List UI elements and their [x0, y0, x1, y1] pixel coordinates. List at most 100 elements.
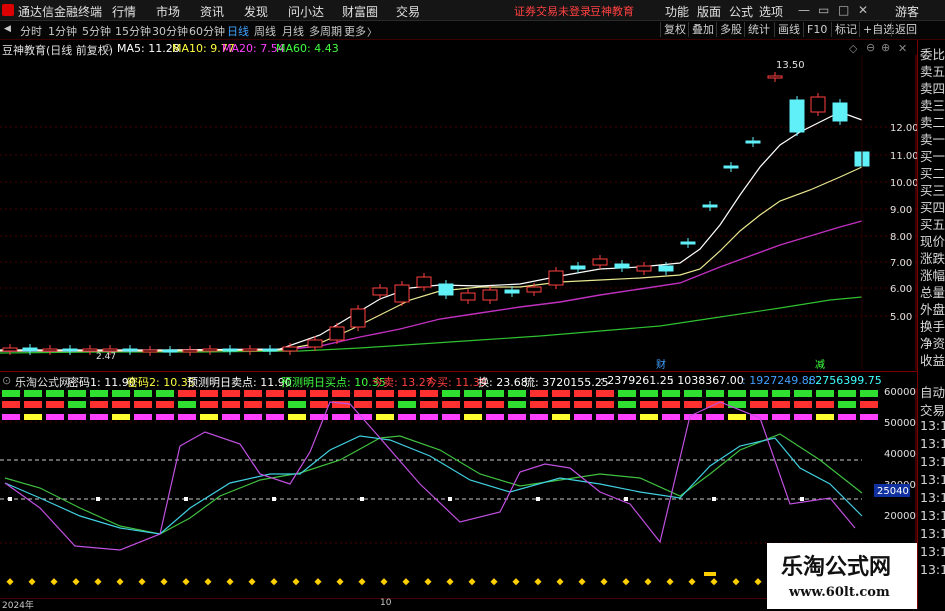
price-tick-label: 7.00	[890, 258, 912, 269]
menu-discover[interactable]: 发现	[244, 3, 268, 20]
candle	[832, 99, 848, 125]
period-15min[interactable]: 15分钟	[115, 23, 151, 39]
menu-options[interactable]: 选项	[759, 3, 783, 20]
candle	[202, 345, 218, 355]
price-tick-label: 11.00	[890, 151, 917, 162]
menu-wealth[interactable]: 财富圈	[342, 3, 378, 20]
candle	[810, 93, 826, 116]
toolbar-adjust[interactable]: 复权	[660, 22, 689, 37]
menu-layout[interactable]: 版面	[697, 3, 721, 20]
more-chevron-icon[interactable]: 〉	[367, 24, 377, 39]
watermark-title: 乐淘公式网	[781, 555, 892, 580]
candle	[789, 96, 805, 136]
ma5-line	[0, 111, 863, 351]
sidebar-trade-item[interactable]: 自动	[920, 382, 945, 401]
menu-market[interactable]: 市场	[156, 3, 180, 20]
trade-login-notice[interactable]: 证券交易未登录	[514, 3, 591, 19]
menu-news[interactable]: 资讯	[200, 3, 224, 20]
title-bar: 通达信金融终端 行情 市场 资讯 发现 问小达 财富圈 交易 证券交易未登录 豆…	[0, 0, 945, 21]
minimize-icon[interactable]: —	[798, 3, 810, 17]
period-1min[interactable]: 1分钟	[48, 23, 77, 39]
candle	[394, 281, 410, 306]
toolbar-stats[interactable]: 统计	[744, 22, 773, 37]
sidebar-trade-item[interactable]: 13:1	[920, 436, 945, 451]
plus-icon[interactable]: ⊕	[881, 41, 890, 54]
sidebar-item[interactable]: 收益	[920, 350, 945, 369]
chart-dropdown-icon[interactable]: ⊙	[103, 41, 112, 54]
price-tick-label: 12.00	[890, 123, 917, 134]
toolbar-multistock[interactable]: 多股	[716, 22, 745, 37]
toolbar-draw[interactable]: 画线	[774, 22, 803, 37]
period-30min[interactable]: 30分钟	[152, 23, 188, 39]
period-bar: ◀ 分时 1分钟 5分钟 15分钟 30分钟 60分钟 日线 周线 月线 多周期…	[0, 21, 945, 40]
toolbar-mark[interactable]: 标记	[831, 22, 860, 37]
app-title: 通达信金融终端	[18, 5, 103, 19]
indicator-line-magenta	[4, 401, 856, 551]
menu-ask[interactable]: 问小达	[288, 3, 324, 20]
app-logo-icon	[2, 4, 14, 16]
close-icon[interactable]: ✕	[858, 3, 868, 17]
toolbar-overlay[interactable]: 叠加	[688, 22, 717, 37]
sidebar-trade-item[interactable]: 13:1	[920, 508, 945, 523]
price-tick-label: 9.00	[890, 205, 912, 216]
high-price-label: 13.50	[776, 60, 805, 71]
guest-label[interactable]: 游客	[895, 3, 919, 20]
current-value-label: 25040	[877, 486, 909, 497]
sidebar-trade-item[interactable]: 13:1	[920, 472, 945, 487]
sidebar-trade-item[interactable]: 13:1	[920, 490, 945, 505]
period-weekly[interactable]: 周线	[254, 23, 276, 39]
period-multi[interactable]: 多周期	[309, 23, 342, 39]
toolbar-f10[interactable]: F10	[803, 22, 830, 37]
candle	[142, 346, 158, 356]
ma5-label: MA5: 11.28	[117, 42, 180, 55]
indicator-tick-label: 60000	[884, 388, 916, 398]
candle	[42, 345, 58, 355]
period-60min[interactable]: 60分钟	[189, 23, 225, 39]
ma60-line	[0, 296, 863, 354]
sidebar-trade-item[interactable]: 13:1	[920, 544, 945, 559]
pane-divider	[0, 371, 917, 372]
flow3-value: : 1038367.00	[670, 374, 744, 387]
indicator-tick-label: 20000	[884, 511, 916, 522]
period-5min[interactable]: 5分钟	[82, 23, 111, 39]
price-tick-label: 6.00	[890, 284, 912, 295]
minus-icon[interactable]: ⊖	[866, 41, 875, 54]
candle	[636, 262, 652, 275]
candle	[680, 238, 696, 248]
indicator-dropdown-icon[interactable]: ⊙	[2, 374, 11, 387]
candle	[350, 305, 366, 331]
menu-function[interactable]: 功能	[665, 3, 689, 20]
menu-quotes[interactable]: 行情	[112, 3, 136, 20]
restore-icon[interactable]: ▭	[818, 3, 829, 17]
indicator-header: ⊙ 乐淘公式网 密码1: 11.90 密码2: 10.35 预测明日卖点: 11…	[0, 373, 917, 389]
price-tick-label: 5.00	[890, 312, 912, 323]
price-tick-label: 10.00	[890, 178, 917, 189]
candle	[460, 289, 476, 304]
price-chart[interactable]: 13.50 2.47 12.00 11.00 10.00 9.00 8.00 7.00 6.…	[0, 55, 917, 370]
menu-formula[interactable]: 公式	[729, 3, 753, 20]
period-monthly[interactable]: 月线	[282, 23, 304, 39]
price-tick-label: 8.00	[890, 232, 912, 243]
sidebar-trade-item[interactable]: 交易	[920, 400, 945, 419]
toolbar-back[interactable]: 返回	[891, 22, 920, 37]
period-daily[interactable]: 日线	[227, 23, 249, 39]
menu-trade[interactable]: 交易	[396, 3, 420, 20]
low-price-label: 2.47	[96, 352, 116, 362]
sidebar-trade-item[interactable]: 13:1	[920, 526, 945, 541]
pane-close-icon[interactable]: ✕	[898, 42, 907, 55]
candle	[222, 345, 238, 355]
period-more[interactable]: 更多	[344, 23, 366, 39]
expand-icon[interactable]: ◀	[4, 24, 11, 34]
maximize-icon[interactable]: □	[838, 3, 849, 17]
flow4-value: : 1927249.88	[742, 374, 816, 387]
ma10-line	[0, 166, 863, 352]
candles	[2, 72, 870, 356]
indicator-tick-label: 50000	[884, 418, 916, 429]
price-grid	[0, 55, 917, 370]
period-timeshare[interactable]: 分时	[20, 23, 42, 39]
watermark: 乐淘公式网 www.60lt.com	[767, 543, 917, 609]
sidebar-trade-item[interactable]: 13:1	[920, 418, 945, 433]
sidebar-trade-item[interactable]: 13:1	[920, 562, 945, 577]
diamond-icon[interactable]: ◇	[849, 42, 857, 55]
sidebar-trade-item[interactable]: 13:1	[920, 454, 945, 469]
